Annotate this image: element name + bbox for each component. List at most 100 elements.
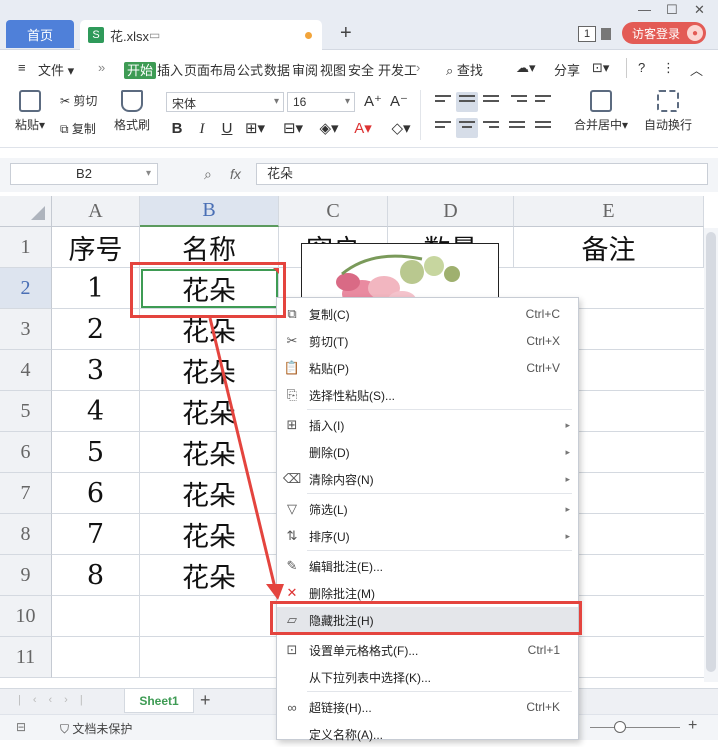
font-size-select[interactable]: 16 ▾ [287,92,355,112]
format-painter-button[interactable]: 格式刷 [112,90,152,133]
align-bottom-icon[interactable] [480,92,502,112]
font-color-icon[interactable]: A▾ [352,118,374,140]
share-button[interactable]: 分享 [554,60,580,79]
tab-start[interactable]: 开始 [124,62,157,79]
indent-decrease-icon[interactable] [508,92,530,112]
table-cell[interactable]: 1 [52,268,140,309]
menu-item-paste[interactable]: 📋 粘贴(P) Ctrl+V [277,355,578,381]
row-header-4[interactable]: 4 [0,350,52,391]
menu-item-pick-from-list[interactable]: 从下拉列表中选择(K)... [277,664,578,690]
sheet-tab-sheet1[interactable]: Sheet1 [124,689,194,713]
collapse-ribbon-icon[interactable]: ︿ [690,60,703,79]
align-left-icon[interactable] [432,118,454,138]
merge-center-button[interactable]: 合并居中▾ [570,90,632,133]
name-box[interactable]: B2 ▾ [10,163,158,185]
table-cell[interactable] [52,637,140,678]
zoom-slider[interactable] [590,727,680,728]
row-header-3[interactable]: 3 [0,309,52,350]
table-cell[interactable]: 6 [52,473,140,514]
tab-file[interactable]: S 花.xlsx ▭ [80,20,322,50]
font-name-select[interactable]: 宋体 ▾ [166,92,284,112]
protect-status[interactable]: ⛉ 文档未保护 [60,720,132,737]
table-cell[interactable] [52,596,140,637]
border-icon[interactable]: ⊞▾ [244,118,266,140]
wrap-text-button[interactable]: 自动换行 [640,90,696,133]
table-header-cell[interactable]: 序号 [52,227,140,268]
fx-icon[interactable]: fx [230,166,241,182]
tab-security[interactable]: 安全 [348,60,374,79]
menu-file[interactable]: 文件 ▾ [38,60,74,79]
menu-item-hyperlink[interactable]: ∞ 超链接(H)... Ctrl+K [277,694,578,720]
menu-item-delete[interactable]: 删除(D) ▸ [277,439,578,465]
window-count-badge[interactable]: 1 [578,26,596,42]
table-cell[interactable]: 4 [52,391,140,432]
row-header-11[interactable]: 11 [0,637,52,678]
close-icon[interactable]: ✕ [694,2,705,18]
cloud-icon[interactable]: ☁▾ [516,60,536,76]
visitor-login-button[interactable]: 访客登录 ● [622,22,706,44]
tab-developer[interactable]: 开发工 [378,60,417,79]
help-icon[interactable]: ? [638,60,645,75]
row-header-6[interactable]: 6 [0,432,52,473]
chevron-down-icon[interactable]: ▾ [146,164,151,184]
monitor-icon[interactable]: ▭ [149,28,160,42]
tab-home[interactable]: 首页 [6,20,74,48]
select-all-corner[interactable] [0,196,52,227]
tab-review[interactable]: 审阅 [292,60,318,79]
clear-format-icon[interactable]: ◇▾ [390,118,412,140]
menu-item-copy[interactable]: ⧉ 复制(C) Ctrl+C [277,301,578,327]
table-cell[interactable]: 花朵 [140,473,279,514]
menu-item-cut[interactable]: ✂ 剪切(T) Ctrl+X [277,328,578,354]
tab-page-layout[interactable]: 页面布局 [184,60,236,79]
more-dots-icon[interactable]: ⋮ [662,60,675,76]
menu-item-sort[interactable]: ⇅ 排序(U) ▸ [277,523,578,549]
new-tab-button[interactable]: + [340,22,352,45]
menu-item-filter[interactable]: ▽ 筛选(L) ▸ [277,496,578,522]
table-cell[interactable]: 7 [52,514,140,555]
row-header-8[interactable]: 8 [0,514,52,555]
justify-icon[interactable] [506,118,528,138]
fill-pattern-icon[interactable]: ⊟▾ [282,118,304,140]
italic-icon[interactable]: I [191,118,213,140]
row-header-1[interactable]: 1 [0,227,52,268]
fill-color-icon[interactable]: ◈▾ [318,118,340,140]
indent-increase-icon[interactable] [532,92,554,112]
hamburger-icon[interactable]: ≡ [18,60,26,75]
column-header-e[interactable]: E [514,196,704,227]
table-cell[interactable]: 8 [52,555,140,596]
align-right-icon[interactable] [480,118,502,138]
table-cell[interactable]: 花朵 [140,555,279,596]
zoom-slider-handle[interactable] [614,721,626,733]
table-cell[interactable]: 2 [52,309,140,350]
cut-button[interactable]: ✂ 剪切 [60,92,97,109]
table-cell[interactable]: 5 [52,432,140,473]
menu-item-paste-special[interactable]: ⎘ 选择性粘贴(S)... [277,382,578,408]
table-header-cell[interactable]: 备注 [514,227,704,268]
zoom-in-icon[interactable]: + [688,717,697,735]
formula-input[interactable]: 花朵 [256,163,708,185]
table-cell[interactable] [140,596,279,637]
menu-item-format-cells[interactable]: ⊡ 设置单元格格式(F)... Ctrl+1 [277,637,578,663]
toolbox-icon[interactable]: ⊡▾ [592,60,609,76]
paste-button[interactable]: 粘贴▾ [12,90,48,133]
tab-view[interactable]: 视图 [320,60,346,79]
menu-item-define-name[interactable]: 定义名称(A)... [277,721,578,747]
align-center-icon[interactable] [456,118,478,138]
more-right-icon[interactable]: › [416,60,420,75]
row-header-5[interactable]: 5 [0,391,52,432]
bold-icon[interactable]: B [166,118,188,140]
add-sheet-icon[interactable]: + [200,690,211,711]
search-button[interactable]: ⌕ 查找 [446,60,483,79]
zoom-icon[interactable]: ⌕ [204,166,212,183]
row-header-10[interactable]: 10 [0,596,52,637]
vertical-scrollbar[interactable] [704,228,718,682]
column-header-d[interactable]: D [388,196,514,227]
sheet-nav-icons[interactable]: |‹‹›| [18,694,95,706]
align-top-icon[interactable] [432,92,454,112]
table-cell[interactable]: 花朵 [140,514,279,555]
table-cell[interactable]: 花朵 [140,350,279,391]
decrease-font-icon[interactable]: A⁻ [388,91,410,113]
scrollbar-thumb[interactable] [706,232,716,672]
menu-item-edit-comment[interactable]: ✎ 编辑批注(E)... [277,553,578,579]
menu-item-clear[interactable]: ⌫ 清除内容(N) ▸ [277,466,578,492]
